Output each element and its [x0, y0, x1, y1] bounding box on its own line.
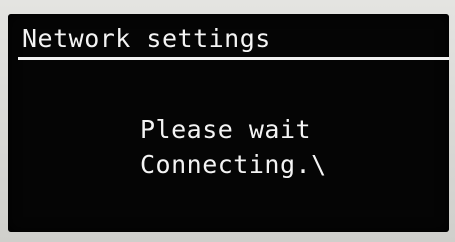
device-bezel: Network settings Please wait Connecting.…: [0, 0, 455, 242]
screen-title: Network settings: [22, 24, 271, 53]
status-message: Please wait Connecting.\: [140, 112, 327, 182]
message-line-wait: Please wait: [140, 115, 312, 144]
message-line-connecting: Connecting.\: [140, 150, 327, 179]
lcd-screen: Network settings Please wait Connecting.…: [8, 14, 449, 232]
title-underline: [18, 57, 449, 60]
